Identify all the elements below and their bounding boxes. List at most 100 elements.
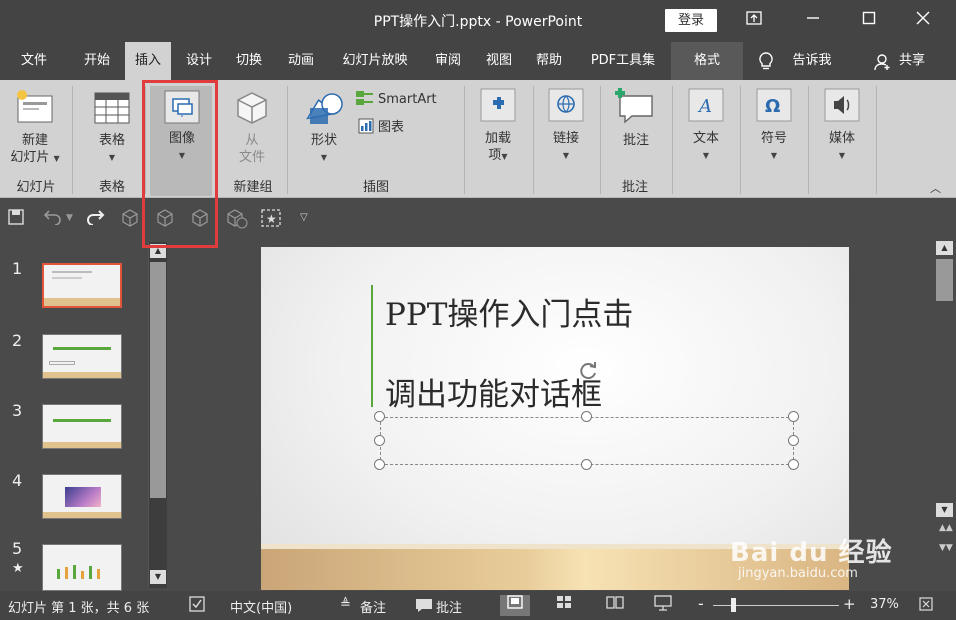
- comment-button[interactable]: 批注: [608, 132, 664, 149]
- zoom-slider-thumb[interactable]: [731, 598, 736, 612]
- text-label: 文本: [692, 131, 719, 146]
- media-button[interactable]: 媒体 ▼: [814, 130, 870, 164]
- notes-icon[interactable]: ≜: [340, 597, 351, 612]
- login-button[interactable]: 登录: [665, 9, 717, 32]
- slide-title-line-1[interactable]: PPT操作入门点击: [385, 289, 633, 334]
- tab-format[interactable]: 格式: [671, 42, 743, 80]
- scroll-down-icon[interactable]: ▼: [150, 570, 166, 584]
- watermark-url: jingyan.baidu.com: [738, 566, 858, 581]
- reading-view-icon[interactable]: [600, 595, 630, 616]
- text-button[interactable]: 文本 ▼: [678, 130, 734, 164]
- slide-number: 1: [12, 259, 23, 278]
- customize-toolbar-icon[interactable]: ▽: [300, 212, 308, 223]
- slide-title-line-2[interactable]: 调出功能对话框: [385, 369, 602, 414]
- close-icon[interactable]: [910, 8, 936, 32]
- share-button[interactable]: 共享: [894, 42, 930, 80]
- addins-button[interactable]: 加载 项▼: [472, 130, 524, 165]
- save-icon[interactable]: [8, 209, 24, 229]
- redo-icon[interactable]: [86, 209, 106, 229]
- table-button[interactable]: 表格 ▼: [84, 132, 140, 166]
- omega-icon: Ω: [756, 88, 792, 126]
- tab-help[interactable]: 帮助: [526, 42, 572, 80]
- scroll-thumb[interactable]: [936, 259, 953, 301]
- from-file-button[interactable]: 从 文件: [226, 132, 278, 166]
- link-icon: [548, 88, 584, 126]
- zoom-in-button[interactable]: +: [843, 595, 856, 613]
- tab-animations[interactable]: 动画: [278, 42, 324, 80]
- slide-counter: 幻灯片 第 1 张，共 6 张: [8, 601, 150, 616]
- resize-handle[interactable]: [788, 411, 799, 422]
- slide-sorter-icon[interactable]: [549, 595, 579, 616]
- baidu-watermark: Bai du 经验 jingyan.baidu.com: [730, 532, 950, 592]
- new-slide-label-2: 幻灯片: [10, 150, 50, 165]
- lightbulb-icon[interactable]: [757, 51, 775, 71]
- separator: [533, 86, 534, 194]
- fit-to-window-icon[interactable]: [918, 596, 934, 616]
- chart-button[interactable]: 图表: [378, 119, 404, 136]
- comments-button[interactable]: 批注: [436, 597, 462, 616]
- minimize-icon[interactable]: [800, 8, 826, 32]
- tab-view[interactable]: 视图: [476, 42, 522, 80]
- slide-thumbnail-1[interactable]: [42, 263, 122, 308]
- slide-thumbnail-3[interactable]: [42, 404, 122, 449]
- media-label: 媒体: [828, 131, 855, 146]
- animation-star-icon: ★: [12, 561, 24, 576]
- symbols-button[interactable]: 符号 ▼: [746, 130, 802, 164]
- links-button[interactable]: 链接 ▼: [540, 130, 592, 164]
- tell-me-search[interactable]: 告诉我: [784, 42, 840, 80]
- tab-file[interactable]: 文件: [10, 42, 58, 80]
- resize-handle[interactable]: [374, 411, 385, 422]
- resize-handle[interactable]: [788, 459, 799, 470]
- resize-handle[interactable]: [374, 435, 385, 446]
- ribbon-display-icon[interactable]: [741, 8, 767, 32]
- tab-insert[interactable]: 插入: [125, 42, 171, 80]
- cube-icon[interactable]: [121, 209, 139, 231]
- text-icon: A: [688, 88, 724, 126]
- tab-slideshow[interactable]: 幻灯片放映: [330, 42, 420, 80]
- slide-thumbnail-4[interactable]: [42, 474, 122, 519]
- thumbnail-scrollbar[interactable]: ▲ ▼: [148, 242, 167, 588]
- tab-design[interactable]: 设计: [176, 42, 222, 80]
- group-label-tables: 表格: [98, 180, 125, 195]
- resize-handle[interactable]: [788, 435, 799, 446]
- scroll-up-icon[interactable]: ▲: [936, 241, 953, 255]
- spellcheck-icon[interactable]: [188, 595, 206, 617]
- zoom-level[interactable]: 37%: [870, 597, 899, 612]
- language-indicator[interactable]: 中文(中国): [230, 597, 292, 616]
- scroll-thumb[interactable]: [150, 262, 166, 498]
- normal-view-icon[interactable]: [500, 595, 530, 616]
- collapse-ribbon-icon[interactable]: ︿: [930, 180, 941, 196]
- cube-globe-icon[interactable]: [226, 209, 248, 233]
- shapes-button[interactable]: 形状 ▼: [296, 132, 352, 166]
- undo-icon[interactable]: [42, 209, 62, 229]
- maximize-icon[interactable]: [856, 8, 882, 32]
- addins-icon: [480, 88, 516, 126]
- resize-handle[interactable]: [581, 459, 592, 470]
- slide-thumbnail-5[interactable]: [42, 544, 122, 591]
- resize-handle[interactable]: [581, 411, 592, 422]
- symbols-label: 符号: [760, 131, 787, 146]
- rotate-handle-icon[interactable]: [577, 359, 599, 385]
- addins-label-1: 加载: [484, 131, 511, 146]
- selected-textbox[interactable]: [380, 417, 794, 465]
- star-frame-icon[interactable]: ★: [261, 209, 281, 231]
- chevron-down-icon: ▼: [501, 152, 508, 161]
- ribbon-tabs: 文件 开始 插入 设计 切换 动画 幻灯片放映 审阅 视图 帮助 PDF工具集 …: [0, 42, 956, 80]
- notes-button[interactable]: 备注: [360, 597, 386, 616]
- tab-transitions[interactable]: 切换: [226, 42, 272, 80]
- separator: [287, 86, 288, 194]
- tab-review[interactable]: 审阅: [425, 42, 471, 80]
- tab-pdf-tools[interactable]: PDF工具集: [578, 42, 668, 80]
- undo-dropdown-icon[interactable]: ▼: [66, 213, 73, 223]
- zoom-out-button[interactable]: -: [698, 594, 704, 613]
- slideshow-view-icon[interactable]: [648, 595, 678, 616]
- addins-label-2: 项: [488, 148, 502, 163]
- resize-handle[interactable]: [374, 459, 385, 470]
- tab-home[interactable]: 开始: [72, 42, 122, 80]
- smartart-button[interactable]: SmartArt: [378, 91, 437, 108]
- slide-thumbnail-2[interactable]: [42, 334, 122, 379]
- comments-icon[interactable]: [415, 598, 433, 617]
- new-slide-button[interactable]: 新建 幻灯片 ▼: [4, 132, 66, 167]
- scroll-down-icon[interactable]: ▼: [936, 503, 953, 517]
- person-icon[interactable]: [874, 53, 892, 73]
